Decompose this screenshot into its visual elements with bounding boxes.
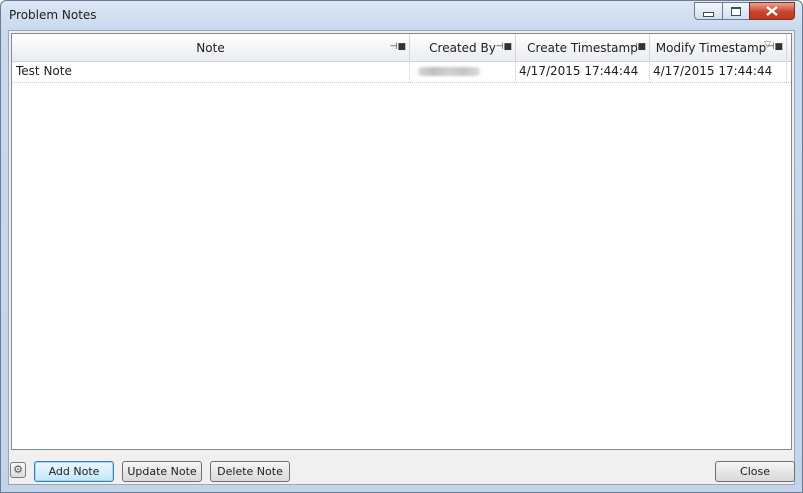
column-header-label: Create Timestamp [527, 40, 638, 55]
delete-note-button[interactable]: Delete Note [210, 461, 290, 482]
column-header-modify-timestamp[interactable]: Modify Timestamp ▽ ⊣■ [650, 34, 787, 61]
problem-notes-window: Problem Notes Note ⊣■ Created By ⊣■ Crea… [0, 0, 803, 493]
button-bar: ⚙ Add Note Update Note Delete Note Close [9, 452, 795, 484]
cell-create-timestamp[interactable]: 4/17/2015 17:44:44 [516, 61, 650, 82]
minimize-button[interactable] [694, 2, 722, 20]
update-note-button[interactable]: Update Note [122, 461, 202, 482]
column-header-label: Created By [429, 40, 496, 55]
pin-icon[interactable]: ⊣■ [767, 42, 783, 52]
pin-icon[interactable]: ⊣■ [496, 42, 512, 52]
redacted-username [418, 67, 480, 76]
close-button[interactable]: Close [715, 461, 795, 482]
cell-modify-timestamp[interactable]: 4/17/2015 17:44:44 [650, 61, 787, 82]
cell-note[interactable]: Test Note [12, 61, 410, 82]
close-icon [766, 6, 778, 16]
grid-header: Note ⊣■ Created By ⊣■ Create Timestamp ⊣… [12, 34, 791, 62]
add-note-button[interactable]: Add Note [34, 461, 114, 482]
title-bar[interactable]: Problem Notes [1, 1, 802, 29]
settings-icon[interactable]: ⚙ [10, 462, 26, 478]
notes-grid[interactable]: Note ⊣■ Created By ⊣■ Create Timestamp ⊣… [11, 33, 792, 450]
column-header-label: Note [196, 40, 225, 55]
pin-icon[interactable]: ⊣■ [390, 42, 406, 52]
minimize-icon [703, 11, 714, 17]
column-header-created-by[interactable]: Created By ⊣■ [410, 34, 516, 61]
client-area: Note ⊣■ Created By ⊣■ Create Timestamp ⊣… [8, 30, 795, 485]
cell-created-by[interactable] [410, 61, 516, 82]
table-row[interactable]: Test Note 4/17/2015 17:44:44 4/17/2015 1… [12, 61, 791, 83]
maximize-icon [731, 6, 741, 16]
column-header-create-timestamp[interactable]: Create Timestamp ⊣■ [516, 34, 650, 61]
column-header-label: Modify Timestamp [655, 40, 767, 55]
maximize-button[interactable] [722, 2, 749, 20]
window-title: Problem Notes [9, 8, 97, 22]
column-header-note[interactable]: Note ⊣■ [12, 34, 410, 61]
pin-icon[interactable]: ⊣■ [630, 42, 646, 52]
close-window-button[interactable] [749, 2, 795, 20]
